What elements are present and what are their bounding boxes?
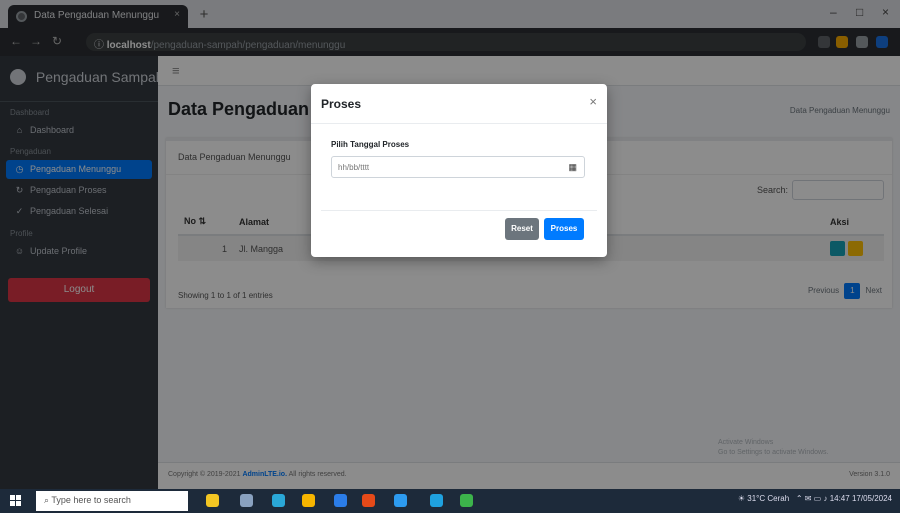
close-icon[interactable]: × — [589, 94, 597, 109]
search-icon: ⌕ — [44, 495, 50, 505]
tray-icons[interactable]: ⌃ ✉ ▭ ♪ — [791, 494, 829, 503]
taskbar-search-placeholder: Type here to search — [51, 495, 131, 505]
clock-date[interactable]: 17/05/2024 — [852, 494, 892, 503]
reset-button[interactable]: Reset — [505, 218, 539, 240]
weather-icon[interactable]: ☀ — [738, 494, 745, 503]
task-view-icon[interactable] — [240, 494, 253, 507]
date-input[interactable]: hh/bb/tttt ▦ — [331, 156, 585, 178]
system-tray: ☀ 31°C Cerah ⌃ ✉ ▭ ♪ 14:47 17/05/2024 — [738, 494, 892, 503]
windows-taskbar: ⌕ Type here to search ☀ 31°C Cerah ⌃ ✉ ▭… — [0, 489, 900, 513]
modal-footer: Reset Proses — [321, 210, 597, 248]
clock-time[interactable]: 14:47 — [830, 494, 850, 503]
app-icon[interactable] — [430, 494, 443, 507]
mail-icon[interactable] — [334, 494, 347, 507]
proses-button[interactable]: Proses — [544, 218, 584, 240]
start-button[interactable] — [10, 495, 22, 507]
modal-header: Proses × — [311, 84, 607, 124]
taskbar-app-icon[interactable] — [206, 494, 219, 507]
proses-modal: Proses × Pilih Tanggal Proses hh/bb/tttt… — [311, 84, 607, 257]
modal-body: Pilih Tanggal Proses hh/bb/tttt ▦ — [311, 124, 607, 192]
date-placeholder: hh/bb/tttt — [338, 163, 370, 172]
taskbar-search-input[interactable]: ⌕ Type here to search — [36, 491, 188, 511]
edge-icon[interactable] — [272, 494, 285, 507]
date-field-label: Pilih Tanggal Proses — [331, 140, 410, 149]
weather-text[interactable]: 31°C Cerah — [747, 494, 789, 503]
calendar-icon[interactable]: ▦ — [568, 162, 577, 173]
modal-title: Proses — [321, 97, 362, 111]
file-explorer-icon[interactable] — [302, 494, 315, 507]
chrome-icon[interactable] — [362, 494, 375, 507]
app-icon[interactable] — [460, 494, 473, 507]
store-icon[interactable] — [394, 494, 407, 507]
